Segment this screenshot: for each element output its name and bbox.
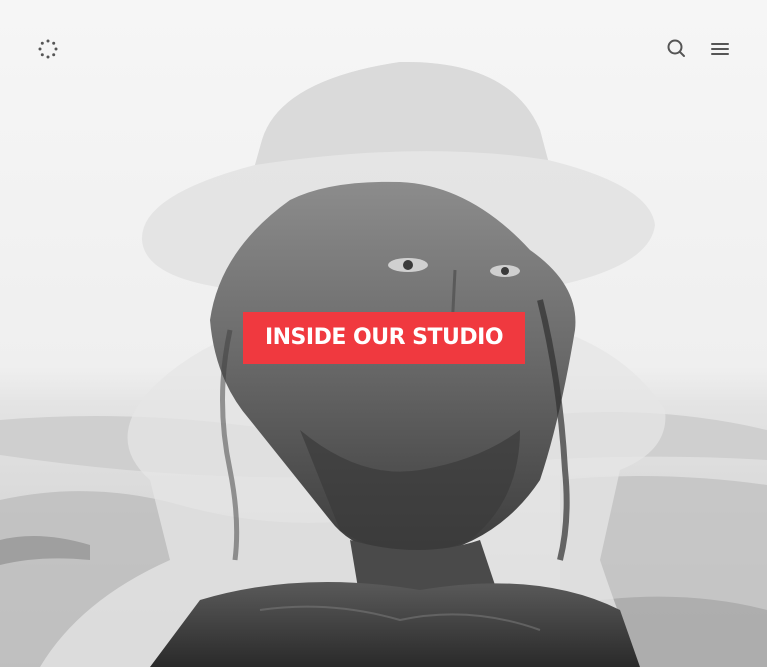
dotted-circle-logo-icon[interactable] bbox=[37, 38, 59, 60]
hero-section: INSIDE OUR STUDIO bbox=[0, 0, 767, 667]
search-icon[interactable] bbox=[664, 36, 688, 60]
inside-our-studio-button[interactable]: INSIDE OUR STUDIO bbox=[243, 312, 525, 364]
hamburger-menu-icon[interactable] bbox=[708, 37, 732, 61]
